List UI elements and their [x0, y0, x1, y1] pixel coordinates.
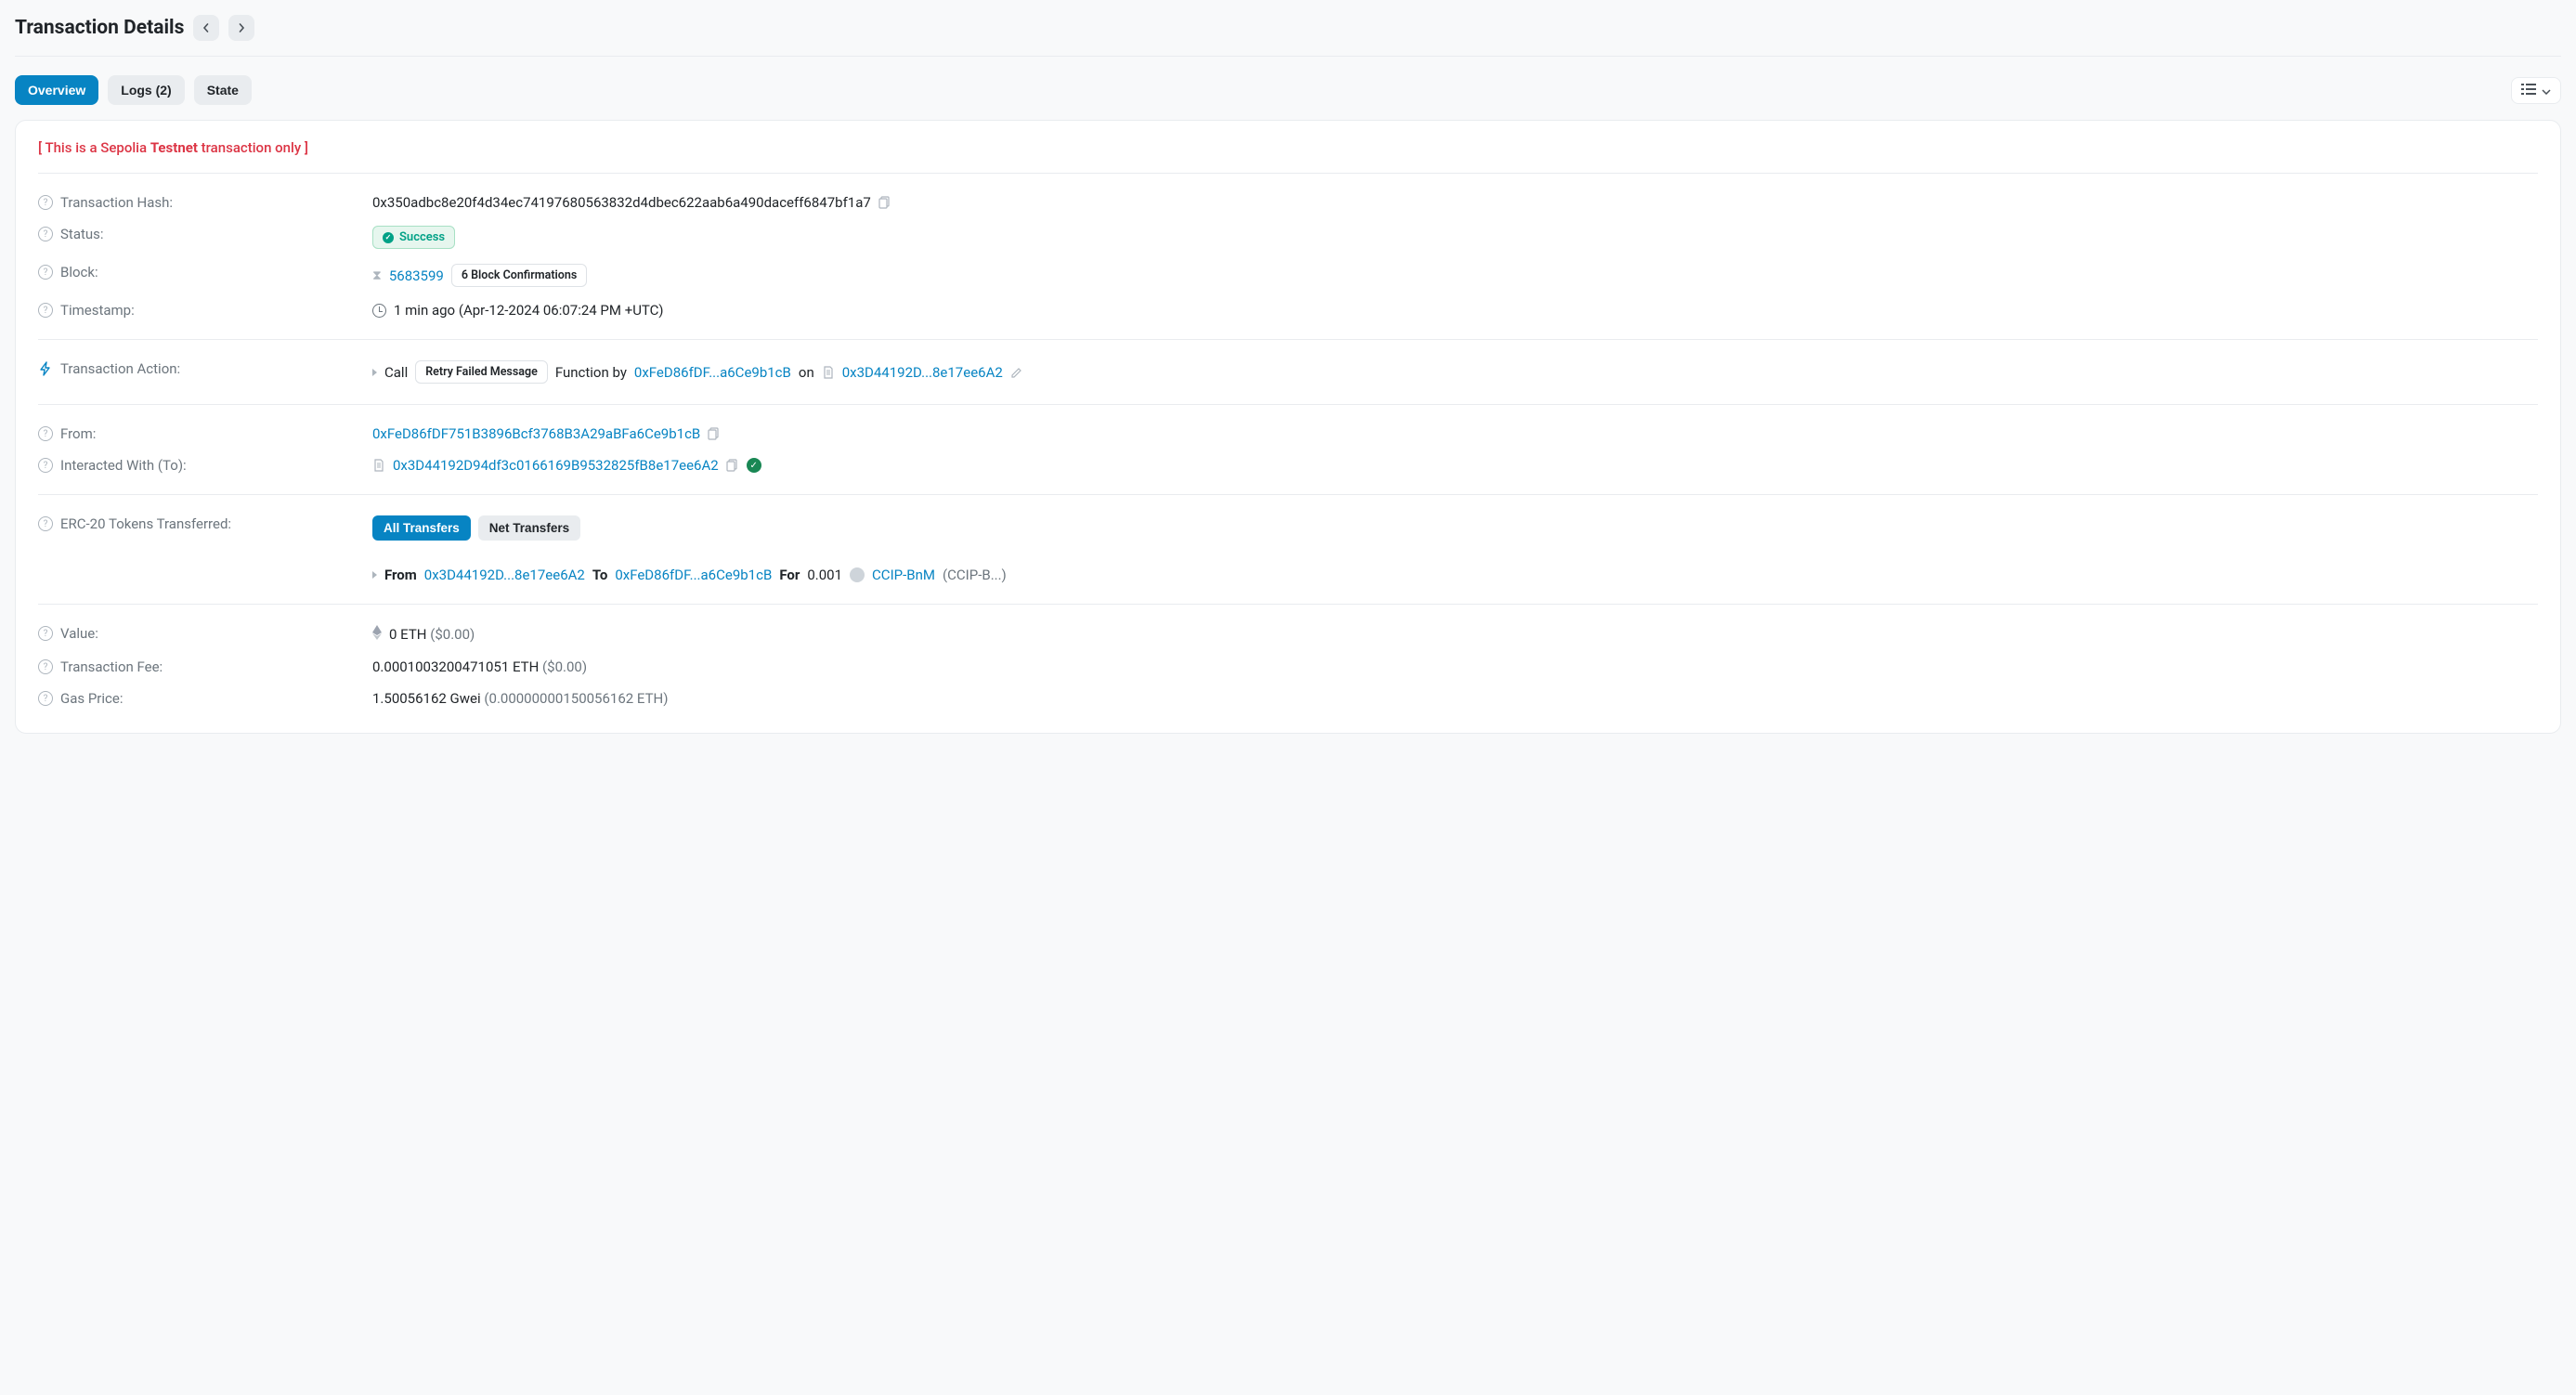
- help-icon[interactable]: ?: [38, 516, 53, 531]
- copy-icon[interactable]: [726, 459, 739, 472]
- label-fee: Transaction Fee:: [60, 658, 163, 675]
- help-icon[interactable]: ?: [38, 626, 53, 641]
- label-value: Value:: [60, 625, 98, 642]
- banner-prefix: [ This is a Sepolia: [38, 139, 150, 156]
- ethereum-icon: [372, 625, 382, 644]
- label-erc20: ERC-20 Tokens Transferred:: [60, 515, 231, 532]
- fee-eth: 0.0001003200471051 ETH: [372, 658, 539, 675]
- help-icon[interactable]: ?: [38, 303, 53, 318]
- action-call: Call: [384, 364, 408, 381]
- lightning-icon: [38, 361, 53, 376]
- action-on: on: [799, 364, 814, 381]
- label-status: Status:: [60, 226, 104, 242]
- details-card: [ This is a Sepolia Testnet transaction …: [15, 120, 2561, 734]
- divider: [38, 173, 2538, 174]
- edit-icon[interactable]: [1010, 366, 1023, 379]
- transfer-to-label: To: [592, 567, 608, 583]
- caret-right-icon: [372, 571, 377, 579]
- transfer-to-address[interactable]: 0xFeD86fDF...a6Ce9b1cB: [615, 567, 772, 583]
- transfer-from-address[interactable]: 0x3D44192D...8e17ee6A2: [424, 567, 585, 583]
- token-transfer-row: From 0x3D44192D...8e17ee6A2 To 0xFeD86fD…: [372, 567, 1007, 583]
- tab-logs[interactable]: Logs (2): [108, 75, 184, 105]
- clock-icon: [372, 304, 386, 318]
- timestamp-relative: 1 min ago: [394, 302, 455, 319]
- hourglass-icon: ⧗: [372, 268, 382, 283]
- from-address[interactable]: 0xFeD86fDF751B3896Bcf3768B3A29aBFa6Ce9b1…: [372, 425, 700, 442]
- timestamp-absolute: (Apr-12-2024 06:07:24 PM +UTC): [459, 302, 664, 319]
- label-action: Transaction Action:: [60, 360, 180, 377]
- help-icon[interactable]: ?: [38, 195, 53, 210]
- confirmations-badge: 6 Block Confirmations: [451, 264, 587, 287]
- help-icon[interactable]: ?: [38, 691, 53, 706]
- gas-eth: (0.00000000150056162 ETH): [484, 690, 668, 707]
- copy-icon[interactable]: [708, 427, 721, 440]
- token-name[interactable]: CCIP-BnM: [872, 567, 935, 583]
- help-icon[interactable]: ?: [38, 458, 53, 473]
- testnet-banner: [ This is a Sepolia Testnet transaction …: [38, 139, 2538, 156]
- token-icon: [850, 567, 865, 582]
- status-badge: ✓ Success: [372, 226, 455, 249]
- contract-icon: [372, 459, 385, 472]
- next-tx-button[interactable]: [228, 15, 254, 41]
- banner-bold: Testnet: [150, 139, 198, 156]
- help-icon[interactable]: ?: [38, 265, 53, 280]
- tx-hash-value: 0x350adbc8e20f4d34ec74197680563832d4dbec…: [372, 194, 871, 211]
- verified-icon: ✓: [747, 458, 761, 473]
- fee-usd: ($0.00): [542, 658, 587, 675]
- list-icon: [2521, 84, 2536, 98]
- tab-net-transfers[interactable]: Net Transfers: [478, 515, 580, 541]
- tab-all-transfers[interactable]: All Transfers: [372, 515, 471, 541]
- chevron-down-icon: [2542, 84, 2551, 98]
- view-options-dropdown[interactable]: [2511, 77, 2561, 104]
- divider: [38, 494, 2538, 495]
- transfer-for-label: For: [779, 567, 800, 583]
- gas-gwei: 1.50056162 Gwei: [372, 690, 481, 707]
- token-symbol: (CCIP-B...): [943, 567, 1007, 583]
- page-title: Transaction Details: [15, 17, 184, 39]
- status-text: Success: [399, 230, 445, 244]
- action-on-address[interactable]: 0x3D44192D...8e17ee6A2: [842, 364, 1003, 381]
- action-by-address[interactable]: 0xFeD86fDF...a6Ce9b1cB: [634, 364, 791, 381]
- action-function-by: Function by: [555, 364, 627, 381]
- to-address[interactable]: 0x3D44192D94df3c0166169B9532825fB8e17ee6…: [393, 457, 719, 474]
- help-icon[interactable]: ?: [38, 227, 53, 241]
- label-gas: Gas Price:: [60, 690, 123, 707]
- tab-overview[interactable]: Overview: [15, 75, 98, 105]
- label-from: From:: [60, 425, 96, 442]
- transfer-from-label: From: [384, 567, 417, 583]
- check-circle-icon: ✓: [383, 232, 394, 243]
- divider: [38, 339, 2538, 340]
- help-icon[interactable]: ?: [38, 659, 53, 674]
- banner-suffix: transaction only ]: [198, 139, 308, 156]
- copy-icon[interactable]: [878, 196, 891, 209]
- prev-tx-button[interactable]: [193, 15, 219, 41]
- label-to: Interacted With (To):: [60, 457, 187, 474]
- divider: [38, 604, 2538, 605]
- block-link[interactable]: 5683599: [389, 267, 444, 284]
- help-icon[interactable]: ?: [38, 426, 53, 441]
- label-timestamp: Timestamp:: [60, 302, 135, 319]
- divider: [38, 404, 2538, 405]
- tab-state[interactable]: State: [194, 75, 252, 105]
- action-method-pill: Retry Failed Message: [415, 360, 548, 384]
- header-divider: [15, 56, 2561, 57]
- caret-right-icon: [372, 369, 377, 376]
- label-block: Block:: [60, 264, 98, 280]
- value-eth: 0 ETH: [389, 626, 426, 643]
- label-tx-hash: Transaction Hash:: [60, 194, 173, 211]
- transfer-amount: 0.001: [807, 567, 842, 583]
- contract-icon: [822, 366, 835, 379]
- value-usd: ($0.00): [430, 626, 475, 643]
